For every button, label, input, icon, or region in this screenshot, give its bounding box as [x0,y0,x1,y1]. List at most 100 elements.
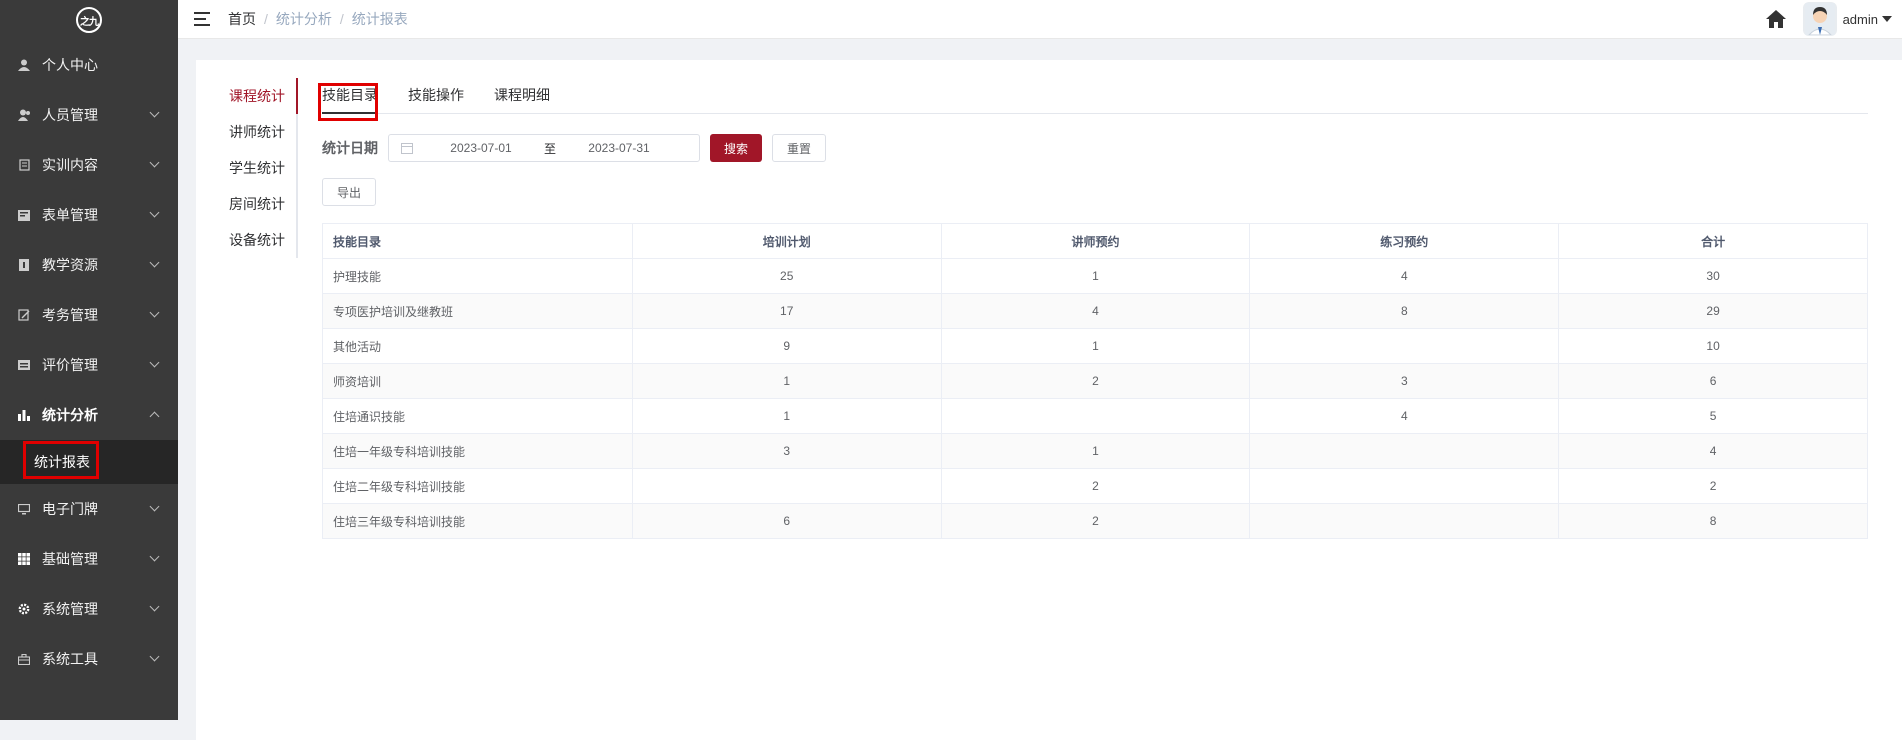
avatar[interactable] [1802,2,1837,36]
username[interactable]: admin [1843,12,1878,27]
sidebar-item-training-content[interactable]: 实训内容 [0,140,178,190]
menu-toggle-icon[interactable] [194,12,210,26]
sidebar-item-basic-management[interactable]: 基础管理 [0,534,178,584]
breadcrumb-home[interactable]: 首页 [228,9,256,29]
table-cell: 2 [940,468,1251,504]
table-cell [631,468,942,504]
table-row[interactable]: 住培二年级专科培训技能 2 2 [322,468,1868,504]
sidebar-item-e-doorplate[interactable]: 电子门牌 [0,484,178,534]
sidebar-item-statistics[interactable]: 统计分析 [0,390,178,440]
table-cell: 住培三年级专科培训技能 [322,503,633,539]
left-tabs: 课程统计 讲师统计 学生统计 房间统计 设备统计 [216,78,298,258]
table-cell: 2 [940,503,1251,539]
table-cell: 4 [1558,433,1868,469]
table-cell [1249,503,1560,539]
sidebar-item-label: 基础管理 [42,551,98,567]
table-cell: 6 [1558,363,1868,399]
logo: 之九 [76,7,102,33]
table-cell: 1 [940,258,1251,294]
table-cell: 9 [631,328,942,364]
table-cell: 住培一年级专科培训技能 [322,433,633,469]
export-button[interactable]: 导出 [322,178,377,206]
end-date-input[interactable]: 2023-07-31 [563,141,675,155]
table-cell: 住培通识技能 [322,398,633,434]
table-row[interactable]: 护理技能 25 1 4 30 [322,258,1868,294]
sidebar-item-label: 系统工具 [42,651,98,667]
sidebar-item-personal-center[interactable]: 个人中心 [0,40,178,90]
sidebar-item-label: 表单管理 [42,207,98,223]
table-cell: 2 [940,363,1251,399]
resource-icon [16,259,32,271]
toolbox-icon [16,653,32,665]
chevron-down-icon [149,157,160,168]
tab-skill-operation[interactable]: 技能操作 [408,78,464,113]
chevron-down-icon [149,257,160,268]
table-cell: 8 [1249,293,1560,329]
search-button[interactable]: 搜索 [710,134,763,162]
table-row[interactable]: 师资培训 1 2 3 6 [322,363,1868,399]
table-row[interactable]: 住培通识技能 1 4 5 [322,398,1868,434]
start-date-input[interactable]: 2023-07-01 [425,141,537,155]
sidebar-item-label: 统计分析 [42,407,98,423]
table-cell: 3 [631,433,942,469]
table-row[interactable]: 住培三年级专科培训技能 6 2 8 [322,503,1868,539]
sidebar: 之九 个人中心 人员管理 实训内容 表单管理 教学资源 考务管理 评价管理 统计… [0,0,178,720]
table-cell: 1 [631,363,942,399]
table-row[interactable]: 其他活动 9 1 10 [322,328,1868,364]
exam-icon [16,309,32,321]
sidebar-item-label: 系统管理 [42,601,98,617]
table-cell [940,398,1251,434]
table-cell: 4 [1249,258,1560,294]
chevron-down-icon [149,307,160,318]
table-cell: 1 [940,328,1251,364]
sidebar-item-system-tools[interactable]: 系统工具 [0,634,178,684]
table-cell: 5 [1558,398,1868,434]
sidebar-subitem-statistics-report[interactable]: 统计报表 [0,440,178,484]
column-header[interactable]: 合计 [1558,223,1868,259]
highlight-box [318,83,378,121]
table-cell [1249,433,1560,469]
left-tab-device-stats[interactable]: 设备统计 [216,222,296,258]
monitor-icon [16,503,32,515]
reset-button[interactable]: 重置 [772,134,827,162]
chevron-down-icon [149,501,160,512]
table-cell: 29 [1558,293,1868,329]
rating-icon [16,360,32,370]
sidebar-item-label: 人员管理 [42,107,98,123]
tab-course-detail[interactable]: 课程明细 [494,78,550,113]
left-tab-course-stats[interactable]: 课程统计 [216,78,296,114]
left-tab-room-stats[interactable]: 房间统计 [216,186,296,222]
table-row[interactable]: 专项医护培训及继教班 17 4 8 29 [322,293,1868,329]
column-header[interactable]: 讲师预约 [940,223,1251,259]
active-tab-bar [296,78,298,114]
sidebar-item-evaluation[interactable]: 评价管理 [0,340,178,390]
sidebar-item-exam-affairs[interactable]: 考务管理 [0,290,178,340]
column-header[interactable]: 练习预约 [1249,223,1560,259]
left-tab-student-stats[interactable]: 学生统计 [216,150,296,186]
left-tab-teacher-stats[interactable]: 讲师统计 [216,114,296,150]
sidebar-item-teaching-resources[interactable]: 教学资源 [0,240,178,290]
date-filter-label: 统计日期 [322,140,378,156]
table-cell: 10 [1558,328,1868,364]
table-row[interactable]: 住培一年级专科培训技能 3 1 4 [322,433,1868,469]
table-cell [1249,328,1560,364]
column-header[interactable]: 培训计划 [631,223,942,259]
filter-row: 统计日期 2023-07-01 至 2023-07-31 搜索 重置 [322,134,827,162]
date-range-picker[interactable]: 2023-07-01 至 2023-07-31 [388,134,700,162]
bar-chart-icon [16,409,32,421]
sidebar-item-system-management[interactable]: 系统管理 [0,584,178,634]
table-cell: 其他活动 [322,328,633,364]
sidebar-item-form-management[interactable]: 表单管理 [0,190,178,240]
column-header[interactable]: 技能目录 [322,223,633,259]
chevron-down-icon [149,107,160,118]
chevron-up-icon [149,411,160,422]
table-cell: 1 [940,433,1251,469]
chevron-down-icon [149,651,160,662]
home-icon[interactable] [1765,8,1787,30]
table-header-row: 技能目录 培训计划 讲师预约 练习预约 合计 [322,223,1868,259]
caret-down-icon[interactable] [1882,16,1892,22]
table-cell: 4 [1249,398,1560,434]
grid-icon [16,553,32,565]
sidebar-item-personnel[interactable]: 人员管理 [0,90,178,140]
table-cell: 30 [1558,258,1868,294]
